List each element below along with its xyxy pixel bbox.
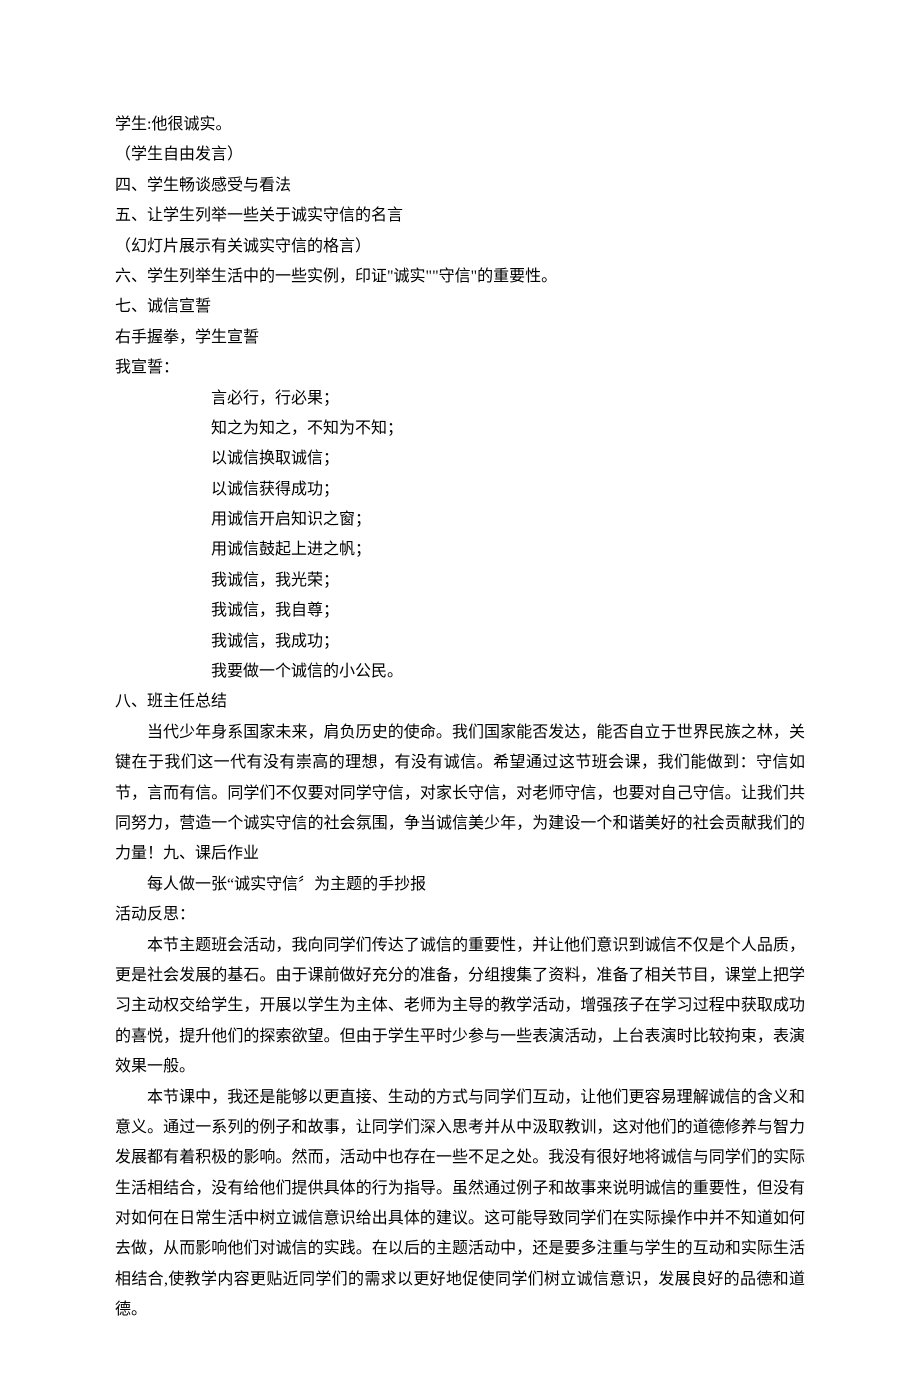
text-line: 我宣誓： [115,353,805,383]
text-line: 活动反思： [115,900,805,930]
text-line: 我诚信，我成功； [115,627,805,657]
text-line: 七、诚信宣誓 [115,292,805,322]
text-line: 言必行，行必果； [115,384,805,414]
document-body: 学生:他很诚实。（学生自由发言）四、学生畅谈感受与看法五、让学生列举一些关于诚实… [115,110,805,1326]
text-line: 每人做一张“诚实守信〞为主题的手抄报 [115,870,805,900]
text-line: 当代少年身系国家未来，肩负历史的使命。我们国家能否发达，能否自立于世界民族之林，… [115,718,805,870]
text-line: 知之为知之，不知为不知； [115,414,805,444]
text-line: 本节课中，我还是能够以更直接、生动的方式与同学们互动，让他们更容易理解诚信的含义… [115,1083,805,1326]
text-line: 八、班主任总结 [115,687,805,717]
text-line: 用诚信开启知识之窗； [115,505,805,535]
text-line: 学生:他很诚实。 [115,110,805,140]
text-line: 我要做一个诚信的小公民。 [115,657,805,687]
text-line: 以诚信换取诚信； [115,444,805,474]
text-line: （学生自由发言） [115,140,805,170]
text-line: 我诚信，我光荣； [115,566,805,596]
text-line: 用诚信鼓起上进之帆； [115,535,805,565]
text-line: 右手握拳，学生宣誓 [115,323,805,353]
text-line: 四、学生畅谈感受与看法 [115,171,805,201]
text-line: 以诚信获得成功； [115,475,805,505]
text-line: 六、学生列举生活中的一些实例，印证"诚实""守信"的重要性。 [115,262,805,292]
text-line: 我诚信，我自尊； [115,596,805,626]
text-line: 五、让学生列举一些关于诚实守信的名言 [115,201,805,231]
document-page: 学生:他很诚实。（学生自由发言）四、学生畅谈感受与看法五、让学生列举一些关于诚实… [0,0,920,1386]
text-line: （幻灯片展示有关诚实守信的格言） [115,232,805,262]
text-line: 本节主题班会活动，我向同学们传达了诚信的重要性，并让他们意识到诚信不仅是个人品质… [115,931,805,1083]
